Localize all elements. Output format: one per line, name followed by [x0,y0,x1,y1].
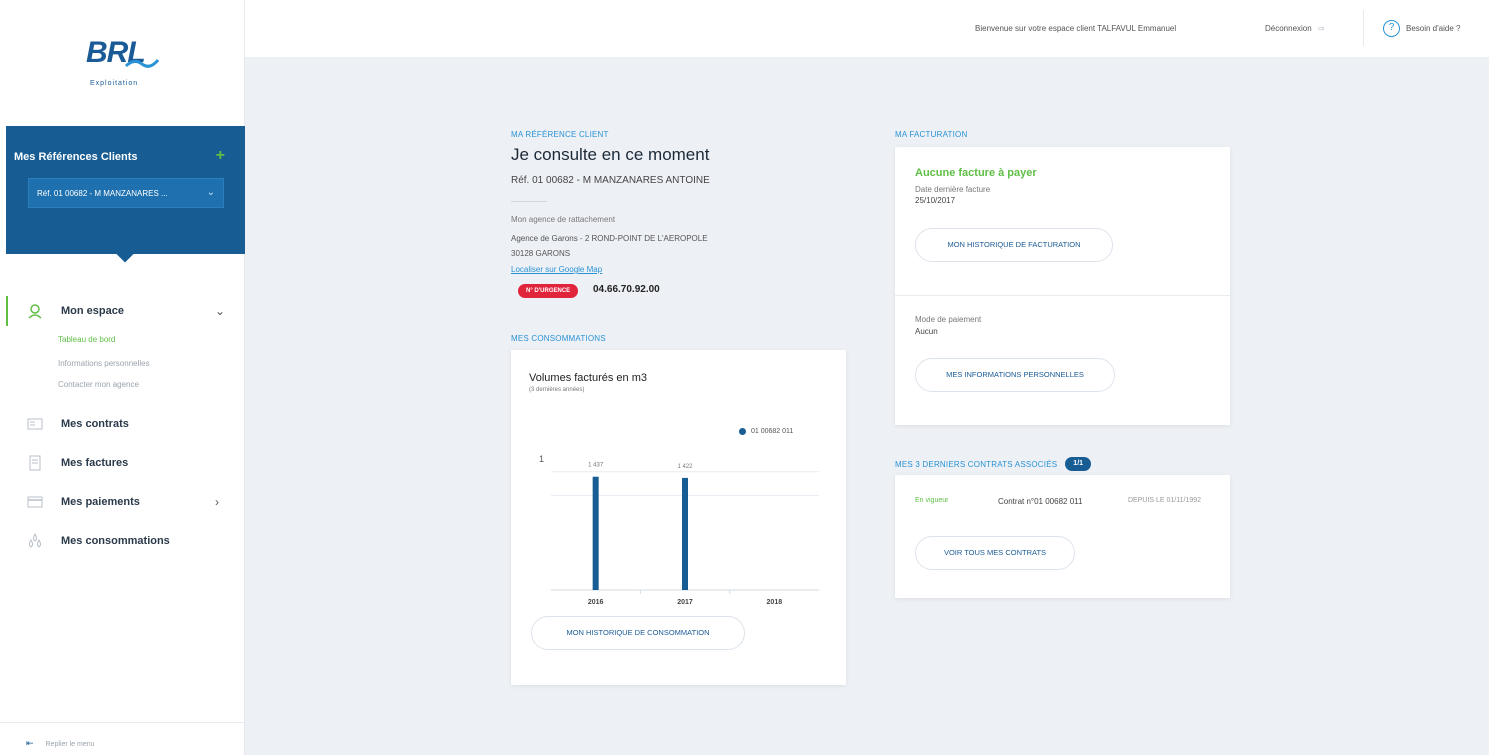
consumption-history-button[interactable]: MON HISTORIQUE DE CONSOMMATION [531,616,745,650]
agency-city: 30128 GARONS [511,249,571,258]
legend-dot [739,428,746,435]
invoice-icon [29,455,41,471]
consumption-bar-chart: 1 1 437 2016 1 422 2017 2018 [539,454,819,606]
urgence-number[interactable]: 04.66.70.92.00 [593,284,660,295]
chart-bar [682,477,688,590]
payment-mode-label: Mode de paiement [915,315,982,324]
agency-address: Agence de Garons - 2 ROND-POINT DE L'AER… [511,234,708,243]
contract-date: DEPUIS LE 01/11/1992 [1128,497,1202,504]
section-label-consommations: MES CONSOMMATIONS [511,334,606,343]
sidebar: BRL Exploitation Mes Références Clients … [0,0,245,755]
nav-active-indicator [6,296,8,326]
logo-wave-icon [124,59,160,68]
add-reference-button[interactable]: + [216,147,225,165]
top-header: Bienvenue sur votre espace client TALFAV… [245,0,1489,57]
user-pin-icon [28,304,42,319]
nav-label: Mes factures [61,457,129,469]
last-invoice-label: Date dernière facture [915,185,991,194]
x-tick-label: 2018 [767,599,783,606]
drops-icon [29,533,41,548]
urgence-badge: N° D'URGENCE [518,284,579,298]
nav-item-mes-paiements[interactable]: Mes paiements › [27,494,219,510]
no-invoice-status: Aucune facture à payer [915,167,1037,179]
logout-icon: ⇨ [1317,24,1325,33]
legend-label: 01 00682 011 [751,428,794,435]
billing-card: Aucune facture à payer Date dernière fac… [895,147,1230,425]
chevron-down-icon: ⌄ [206,187,215,198]
section-label-facturation: MA FACTURATION [895,130,968,139]
divider [511,201,547,202]
bar-value-label: 1 422 [677,464,693,470]
chevron-down-icon[interactable]: ⌄ [215,304,225,318]
agency-label: Mon agence de rattachement [511,215,616,224]
chart-title: Volumes facturés en m3 [529,372,648,384]
section-label-contrats: MES 3 DERNIERS CONTRATS ASSOCIÉS [895,459,1058,469]
reference-select-value: Réf. 01 00682 - M MANZANARES ... [37,189,168,198]
page-title: Je consulte en ce moment [511,145,710,164]
panel-notch [116,245,134,263]
contracts-header: MES 3 DERNIERS CONTRATS ASSOCIÉS 1/1 [895,457,1092,471]
client-reference: Réf. 01 00682 - M MANZANARES ANTOINE [511,175,710,186]
collapse-label: Replier le menu [45,741,95,748]
reference-select[interactable]: Réf. 01 00682 - M MANZANARES ... ⌄ [28,178,224,208]
nav-label: Mes consommations [61,535,170,547]
contract-icon [27,418,43,430]
section-label-reference: MA RÉFÉRENCE CLIENT [511,130,609,139]
chart-legend: 01 00682 011 [739,428,793,435]
nav-item-mes-factures[interactable]: Mes factures [27,455,128,471]
client-references-panel: Mes Références Clients + Réf. 01 00682 -… [6,126,245,263]
logo-subtitle: Exploitation [90,80,139,87]
logout-label: Déconnexion [1265,24,1312,33]
header-divider [1363,10,1364,46]
contract-status: En vigueur [915,497,949,504]
nav-label: Mon espace [61,305,124,317]
google-map-link[interactable]: Localiser sur Google Map [511,265,602,274]
all-contracts-button[interactable]: VOIR TOUS MES CONTRATS [915,536,1075,570]
nav-item-mon-espace[interactable]: Mon espace ⌄ [27,303,225,319]
x-tick-label: 2016 [588,599,604,606]
collapse-menu-button[interactable]: ⇤ Replier le menu [0,722,245,755]
collapse-arrow-icon: ⇤ [26,738,34,748]
help-label: Besoin d'aide ? [1406,24,1461,33]
brl-logo[interactable]: BRL Exploitation [86,36,166,96]
consumption-card: Volumes facturés en m3 (3 dernières anné… [511,350,846,685]
x-tick-label: 2017 [677,599,693,606]
subnav-contacter-agence[interactable]: Contacter mon agence [58,380,139,389]
references-title: Mes Références Clients [14,151,138,163]
contracts-count-badge: 1/1 [1065,457,1092,471]
chevron-right-icon[interactable]: › [215,495,219,509]
help-icon: ? [1383,20,1400,37]
nav-item-mes-consommations[interactable]: Mes consommations [27,533,170,549]
contract-number[interactable]: Contrat n°01 00682 011 [998,497,1082,506]
y-tick-label: 1 [539,454,544,464]
divider [895,295,1230,296]
nav-label: Mes contrats [61,418,129,430]
bar-value-label: 1 437 [588,463,604,469]
logout-link[interactable]: Déconnexion ⇨ [1265,24,1325,33]
last-invoice-date: 25/10/2017 [915,196,956,205]
subnav-informations-personnelles[interactable]: Informations personnelles [58,359,150,368]
personal-info-button[interactable]: MES INFORMATIONS PERSONNELLES [915,358,1115,392]
nav-item-mes-contrats[interactable]: Mes contrats [27,416,129,432]
payment-mode-value: Aucun [915,327,938,336]
nav-label: Mes paiements [61,496,140,508]
billing-history-button[interactable]: MON HISTORIQUE DE FACTURATION [915,228,1113,262]
help-link[interactable]: ? Besoin d'aide ? [1383,20,1460,37]
card-icon [27,496,43,508]
chart-bar [592,476,599,590]
contracts-card: En vigueur Contrat n°01 00682 011 DEPUIS… [895,475,1230,598]
welcome-text: Bienvenue sur votre espace client TALFAV… [975,24,1177,33]
subnav-tableau-de-bord[interactable]: Tableau de bord [58,335,115,344]
chart-subtitle: (3 dernières années) [529,387,585,393]
